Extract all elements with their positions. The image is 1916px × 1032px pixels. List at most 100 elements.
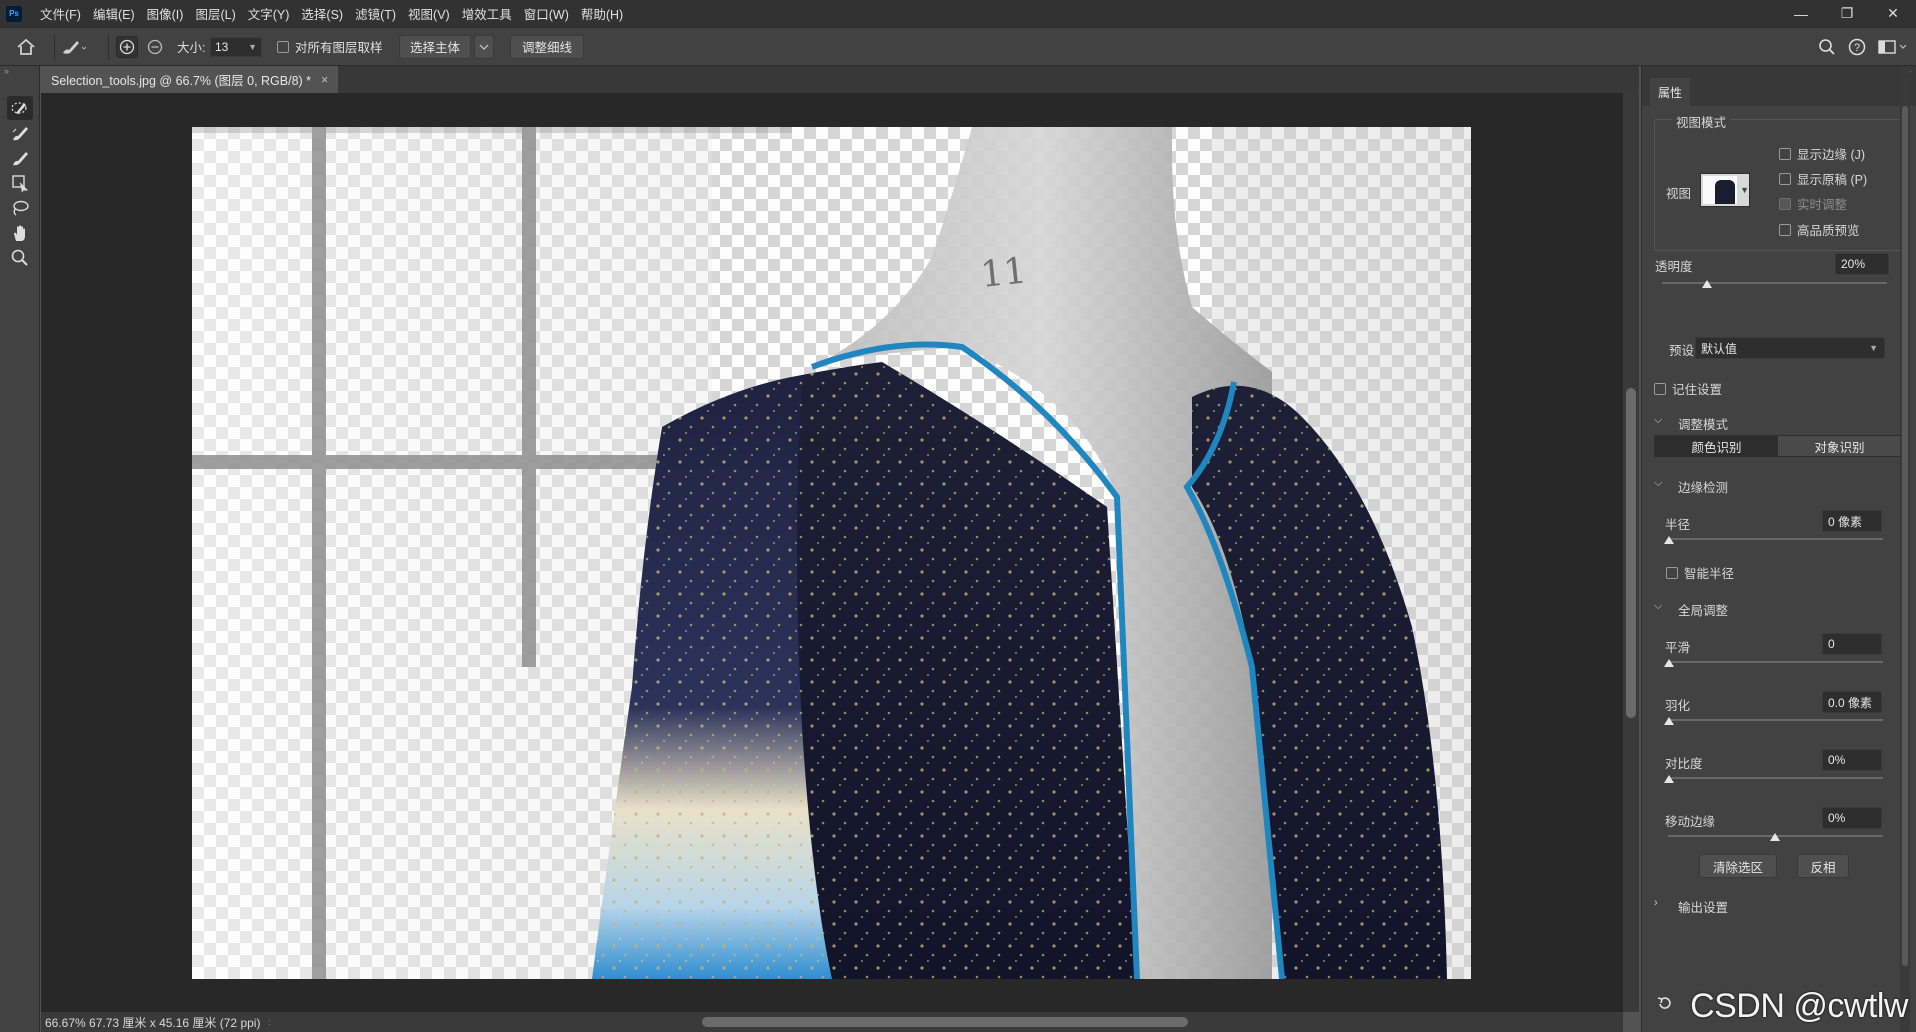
search-button[interactable] [1818, 28, 1836, 65]
image-content: 11 [192, 127, 1471, 979]
document-tab-bar: Selection_tools.jpg @ 66.7% (图层 0, RGB/8… [41, 66, 1639, 93]
help-button[interactable]: ? [1848, 28, 1866, 65]
feather-slider-thumb[interactable] [1664, 717, 1674, 725]
menu-view[interactable]: 视图(V) [402, 4, 456, 23]
output-settings-title[interactable]: 输出设置 [1678, 897, 1728, 916]
menu-select[interactable]: 选择(S) [295, 4, 349, 23]
contrast-input[interactable]: 0% [1822, 749, 1882, 771]
csdn-watermark: CSDN @cwtlw [1690, 987, 1908, 1025]
menu-image[interactable]: 图像(I) [141, 4, 190, 23]
select-subject-button[interactable]: 选择主体 [399, 34, 471, 59]
brush-icon [13, 152, 28, 166]
lasso-tool[interactable] [7, 196, 33, 220]
smart-radius-toggle[interactable]: 智能半径 [1666, 563, 1734, 582]
smooth-slider-track[interactable] [1668, 661, 1883, 663]
feather-input[interactable]: 0.0 像素 [1822, 691, 1882, 713]
color-aware-button[interactable]: 颜色识别 [1655, 436, 1778, 456]
remember-settings-checkbox[interactable] [1654, 382, 1666, 395]
show-edge-checkbox[interactable] [1779, 147, 1791, 160]
clear-selection-button[interactable]: 清除选区 [1699, 854, 1777, 878]
quick-selection-tool[interactable] [7, 96, 33, 120]
menu-layer[interactable]: 图层(L) [189, 4, 241, 23]
sample-all-layers-toggle[interactable]: 对所有图层取样 [277, 28, 383, 65]
show-edge-toggle[interactable]: 显示边缘 (J) [1779, 144, 1865, 163]
menu-help[interactable]: 帮助(H) [575, 4, 629, 23]
panel-scroll-thumb[interactable] [1902, 106, 1908, 966]
show-original-toggle[interactable]: 显示原稿 (P) [1779, 169, 1867, 188]
chevron-right-icon[interactable]: › [268, 1015, 270, 1029]
smooth-input[interactable]: 0 [1822, 633, 1882, 655]
menu-file[interactable]: 文件(F) [34, 4, 87, 23]
size-input[interactable]: 13 ▼ [210, 28, 262, 65]
subtract-from-selection-button[interactable] [147, 28, 163, 65]
photoshop-logo-icon: Ps [6, 5, 22, 22]
object-selection-tool[interactable] [7, 171, 33, 195]
tab-properties[interactable]: 属性 [1650, 78, 1691, 106]
menu-plugins[interactable]: 增效工具 [456, 4, 518, 23]
menu-filter[interactable]: 滤镜(T) [349, 4, 402, 23]
refine-hair-button[interactable]: 调整细线 [510, 34, 584, 59]
radius-slider-track[interactable] [1668, 538, 1883, 540]
close-button[interactable]: ✕ [1870, 0, 1916, 27]
brush-tool[interactable] [7, 146, 33, 170]
menu-bar: Ps 文件(F) 编辑(E) 图像(I) 图层(L) 文字(Y) 选择(S) 滤… [0, 0, 1916, 27]
view-thumbnail-dropdown[interactable]: ▼ [1700, 173, 1750, 207]
remember-settings-toggle[interactable]: 记住设置 [1654, 379, 1722, 398]
chevron-down-icon[interactable]: ⌵ [1654, 414, 1662, 427]
radius-slider-thumb[interactable] [1664, 536, 1674, 544]
reset-button[interactable] [1656, 995, 1674, 1016]
tool-preset-picker[interactable] [60, 28, 86, 65]
radius-input[interactable]: 0 像素 [1822, 510, 1882, 532]
chevron-down-icon[interactable]: ⌵ [1654, 600, 1662, 613]
vertical-scroll-thumb[interactable] [1626, 388, 1636, 718]
home-button[interactable] [16, 28, 36, 65]
panel-scrollbar[interactable] [1900, 66, 1910, 1032]
workspace-button[interactable] [1878, 28, 1908, 65]
shift-edge-input[interactable]: 0% [1822, 807, 1882, 829]
sample-all-layers-checkbox[interactable] [277, 40, 289, 53]
help-icon: ? [1848, 38, 1866, 55]
add-to-selection-button[interactable] [116, 28, 138, 65]
vertical-scrollbar[interactable] [1623, 93, 1639, 1012]
menu-type[interactable]: 文字(Y) [242, 4, 296, 23]
close-tab-icon[interactable]: × [321, 73, 328, 87]
object-aware-button[interactable]: 对象识别 [1778, 436, 1901, 456]
contrast-slider-thumb[interactable] [1664, 775, 1674, 783]
chevron-down-icon[interactable]: ⌵ [1654, 477, 1662, 490]
menu-window[interactable]: 窗口(W) [518, 4, 575, 23]
realtime-refine-checkbox[interactable] [1779, 197, 1791, 210]
minimize-button[interactable]: — [1778, 0, 1824, 27]
invert-button[interactable]: 反相 [1797, 854, 1849, 878]
horizontal-scrollbar[interactable] [270, 1012, 1623, 1032]
restore-button[interactable]: ❐ [1824, 0, 1870, 27]
opacity-input[interactable]: 20% [1835, 253, 1889, 275]
preset-dropdown[interactable]: 默认值 ▼ [1695, 337, 1885, 359]
edge-detection-title[interactable]: 边缘检测 [1678, 477, 1728, 496]
show-original-checkbox[interactable] [1779, 172, 1791, 185]
opacity-slider-track[interactable] [1662, 282, 1887, 284]
chevron-right-icon[interactable]: › [1654, 897, 1658, 909]
menu-edit[interactable]: 编辑(E) [87, 4, 141, 23]
svg-text:11: 11 [979, 250, 1029, 296]
realtime-refine-toggle[interactable]: 实时调整 [1779, 194, 1847, 213]
select-subject-dropdown[interactable] [474, 34, 494, 59]
document-tab[interactable]: Selection_tools.jpg @ 66.7% (图层 0, RGB/8… [41, 66, 339, 93]
contrast-slider-track[interactable] [1668, 777, 1883, 779]
shift-edge-slider-thumb[interactable] [1770, 833, 1780, 841]
options-bar: 大小: 13 ▼ 对所有图层取样 选择主体 调整细线 ? [0, 27, 1916, 66]
svg-text:?: ? [1854, 42, 1860, 54]
collapse-icon[interactable]: » [4, 66, 9, 76]
refine-edge-brush-tool[interactable] [7, 121, 33, 145]
feather-slider-track[interactable] [1668, 719, 1883, 721]
horizontal-scroll-thumb[interactable] [702, 1017, 1188, 1027]
smart-radius-checkbox[interactable] [1666, 566, 1678, 579]
refine-mode-title[interactable]: 调整模式 [1678, 414, 1728, 433]
zoom-tool[interactable] [7, 246, 33, 270]
hand-tool[interactable] [7, 221, 33, 245]
document-image[interactable]: 11 [192, 127, 1471, 979]
hq-preview-toggle[interactable]: 高品质预览 [1779, 220, 1860, 239]
opacity-slider-thumb[interactable] [1702, 280, 1712, 288]
global-refine-title[interactable]: 全局调整 [1678, 600, 1728, 619]
hq-preview-checkbox[interactable] [1779, 223, 1791, 236]
smooth-slider-thumb[interactable] [1664, 659, 1674, 667]
